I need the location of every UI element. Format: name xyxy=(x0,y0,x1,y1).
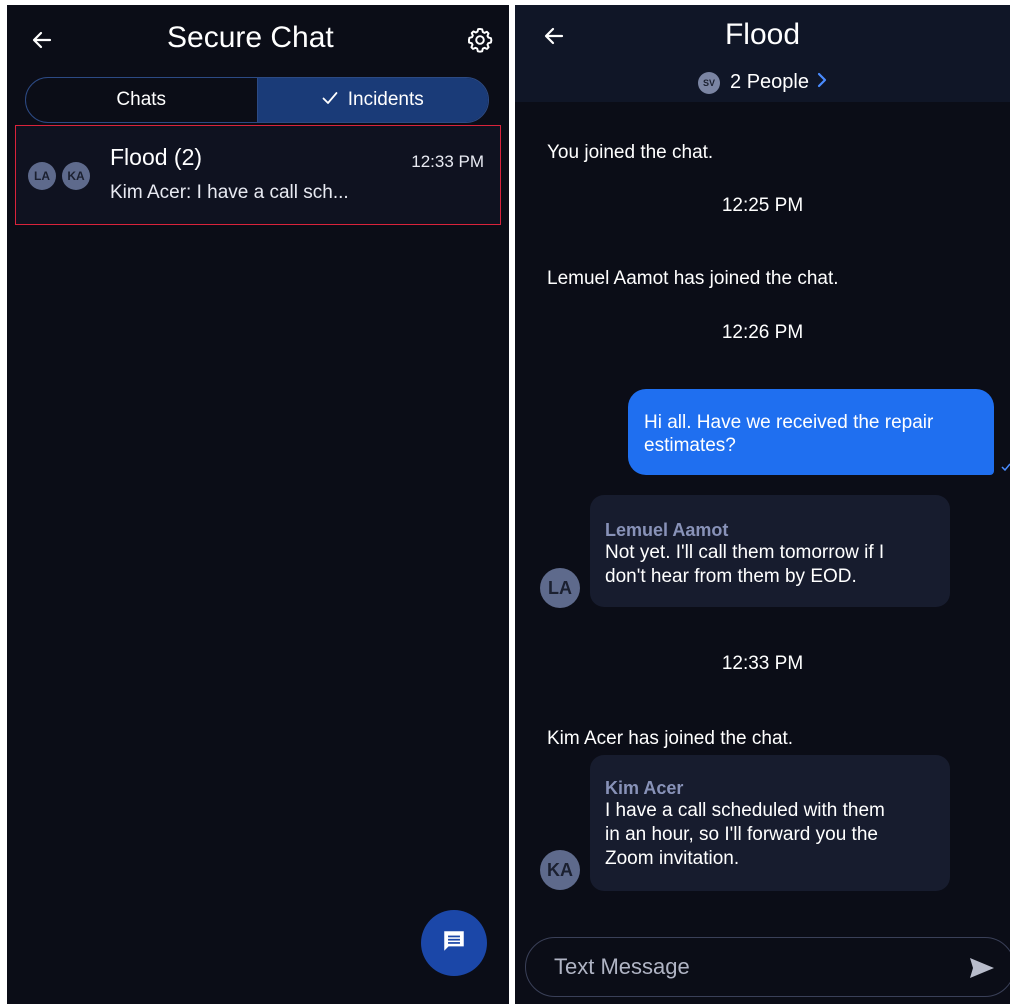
chat-header: Flood SV 2 People xyxy=(515,5,1010,102)
tab-chats-label: Chats xyxy=(116,89,167,110)
timestamp: 12:25 PM xyxy=(721,195,804,216)
send-icon[interactable] xyxy=(966,952,998,984)
new-message-icon xyxy=(441,928,467,959)
gear-icon[interactable] xyxy=(463,23,497,57)
system-message: Lemuel Aamot has joined the chat. xyxy=(547,268,839,289)
avatar: KA xyxy=(62,162,90,190)
outgoing-message[interactable]: Hi all. Have we received the repair esti… xyxy=(628,389,994,475)
avatar: LA xyxy=(28,162,56,190)
back-arrow-icon[interactable] xyxy=(25,23,59,57)
chat-title: Flood xyxy=(724,18,801,51)
system-message: You joined the chat. xyxy=(547,142,714,163)
conversation-name: Flood (2) xyxy=(110,144,203,170)
avatar: KA xyxy=(540,850,580,890)
incoming-message[interactable]: Kim Acer I have a call scheduled with th… xyxy=(590,755,950,891)
participants-label: 2 People xyxy=(730,71,809,93)
chat-type-toggle: Chats Incidents xyxy=(25,77,489,123)
message-text: Not yet. I'll call them tomorrow if I do… xyxy=(605,542,885,587)
incidents-list-screen: Secure Chat Chats Incidents LA KA Flood … xyxy=(7,5,509,1004)
message-text: I have a call scheduled with them in an … xyxy=(605,800,885,869)
participants-button[interactable]: SV 2 People xyxy=(515,71,1010,94)
timestamp: 12:26 PM xyxy=(721,322,804,343)
tab-incidents-label: Incidents xyxy=(347,89,424,110)
delivered-check-icon xyxy=(1001,460,1010,474)
check-icon xyxy=(322,89,338,111)
tab-incidents[interactable]: Incidents xyxy=(256,78,488,122)
sender-name: Kim Acer xyxy=(605,778,684,798)
chevron-right-icon xyxy=(817,71,827,94)
sender-name: Lemuel Aamot xyxy=(605,520,729,540)
system-message: Kim Acer has joined the chat. xyxy=(547,728,794,749)
conversation-preview: Kim Acer: I have a call sch... xyxy=(110,182,349,203)
new-message-button[interactable] xyxy=(421,910,487,976)
chat-screen: Flood SV 2 People You joined the chat. 1… xyxy=(515,5,1010,1004)
conversation-time: 12:33 PM xyxy=(411,152,484,171)
app-header: Secure Chat xyxy=(7,5,509,75)
page-title: Secure Chat xyxy=(167,21,334,54)
message-composer xyxy=(525,937,1010,997)
message-input[interactable] xyxy=(552,938,936,996)
conversation-list-item[interactable]: LA KA Flood (2) 12:33 PM Kim Acer: I hav… xyxy=(15,125,501,225)
incoming-message[interactable]: Lemuel Aamot Not yet. I'll call them tom… xyxy=(590,495,950,607)
timestamp: 12:33 PM xyxy=(721,653,804,674)
avatar: LA xyxy=(540,568,580,608)
tab-chats[interactable]: Chats xyxy=(26,78,257,122)
avatar: SV xyxy=(698,71,721,94)
